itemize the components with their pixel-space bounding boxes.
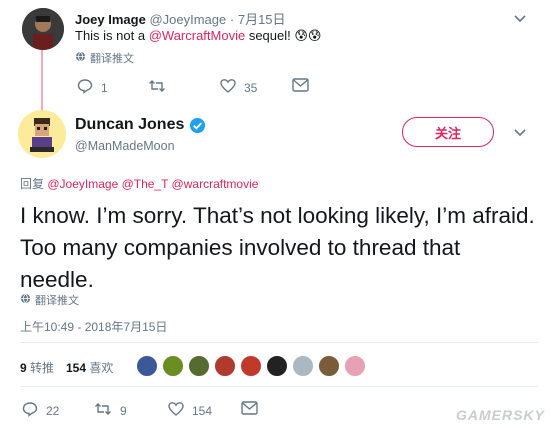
main-retweet-button[interactable]: 9 bbox=[94, 401, 127, 420]
globe-icon bbox=[20, 293, 31, 307]
reply-retweet-button[interactable] bbox=[148, 78, 174, 97]
globe-icon bbox=[75, 51, 86, 65]
reply-tweet-header: Joey Image @JoeyImage · 7月15日 bbox=[75, 9, 286, 28]
main-author-name[interactable]: Duncan Jones bbox=[75, 116, 184, 134]
main-dm-button[interactable] bbox=[241, 401, 266, 418]
reply-author-name[interactable]: Joey Image bbox=[75, 12, 146, 27]
liker-avatar[interactable] bbox=[266, 355, 288, 377]
likes-stat-label: 喜欢 bbox=[89, 361, 114, 375]
retweet-icon bbox=[148, 78, 174, 97]
reply-date[interactable]: 7月15日 bbox=[238, 12, 286, 27]
likes-stat[interactable]: 154 喜欢 bbox=[66, 359, 113, 376]
follow-button[interactable]: 关注 bbox=[402, 117, 494, 147]
main-translate-link[interactable]: 翻译推文 bbox=[20, 292, 79, 308]
reply-dm-button[interactable] bbox=[292, 78, 317, 95]
reply-separator: · bbox=[229, 12, 235, 27]
main-retweet-count: 9 bbox=[120, 403, 127, 418]
liker-avatar[interactable] bbox=[292, 355, 314, 377]
main-author-handle[interactable]: @ManMadeMoon bbox=[75, 139, 175, 153]
reply-tweet-menu-chevron-icon[interactable] bbox=[511, 10, 529, 28]
thread-connector-line bbox=[41, 48, 43, 110]
reply-reply-count: 1 bbox=[101, 80, 108, 95]
heart-icon bbox=[220, 78, 244, 97]
retweet-icon bbox=[94, 401, 120, 420]
divider-bottom bbox=[20, 386, 538, 387]
reply-text-suffix: sequel! 😰😰 bbox=[245, 28, 322, 43]
reply-translate-link[interactable]: 翻译推文 bbox=[75, 50, 134, 66]
verified-badge-icon bbox=[189, 117, 206, 134]
divider-top bbox=[20, 342, 538, 343]
reply-mention-link[interactable]: @WarcraftMovie bbox=[149, 28, 246, 43]
joey-image-avatar[interactable] bbox=[22, 8, 64, 50]
liker-avatar[interactable] bbox=[344, 355, 366, 377]
liker-avatar[interactable] bbox=[188, 355, 210, 377]
gamersky-watermark: GAMERSKY bbox=[456, 407, 545, 423]
reply-to-line: 回复 @JoeyImage @The_T @warcraftmovie bbox=[20, 175, 258, 192]
main-tweet-text: I know. I’m sorry. That’s not looking li… bbox=[20, 203, 535, 292]
main-author-name-row[interactable]: Duncan Jones bbox=[75, 116, 206, 134]
main-like-button[interactable]: 154 bbox=[168, 401, 212, 420]
reply-to-label: 回复 bbox=[20, 177, 45, 191]
liker-avatars bbox=[136, 355, 370, 377]
retweets-stat-count: 9 bbox=[20, 361, 27, 375]
reply-author-handle[interactable]: @JoeyImage bbox=[149, 12, 226, 27]
reply-like-count: 35 bbox=[244, 80, 258, 95]
main-reply-count: 22 bbox=[46, 403, 60, 418]
liker-avatar[interactable] bbox=[240, 355, 262, 377]
follow-button-label: 关注 bbox=[434, 125, 461, 141]
liker-avatar[interactable] bbox=[214, 355, 236, 377]
liker-avatar[interactable] bbox=[136, 355, 158, 377]
retweets-stat-label: 转推 bbox=[30, 361, 55, 375]
main-reply-button[interactable]: 22 bbox=[22, 401, 59, 420]
reply-to-handles-link[interactable]: @JoeyImage @The_T @warcraftmovie bbox=[47, 177, 258, 191]
liker-avatar[interactable] bbox=[318, 355, 340, 377]
reply-like-button[interactable]: 35 bbox=[220, 78, 257, 97]
reply-icon bbox=[22, 401, 46, 420]
envelope-icon bbox=[241, 401, 266, 418]
reply-text-prefix: This is not a bbox=[75, 28, 149, 43]
main-translate-label: 翻译推文 bbox=[35, 295, 79, 307]
envelope-icon bbox=[292, 78, 317, 95]
tweet-timestamp[interactable]: 上午10:49 - 2018年7月15日 bbox=[20, 318, 167, 335]
reply-tweet-text: This is not a @WarcraftMovie sequel! 😰😰 bbox=[75, 28, 321, 44]
reply-translate-label: 翻译推文 bbox=[90, 53, 134, 65]
duncan-jones-avatar[interactable] bbox=[18, 110, 66, 158]
main-like-count: 154 bbox=[192, 403, 213, 418]
heart-icon bbox=[168, 401, 192, 420]
reply-icon bbox=[77, 78, 101, 97]
main-tweet-menu-chevron-icon[interactable] bbox=[511, 124, 529, 142]
likes-stat-count: 154 bbox=[66, 361, 87, 375]
liker-avatar[interactable] bbox=[162, 355, 184, 377]
retweets-stat[interactable]: 9 转推 bbox=[20, 359, 54, 376]
reply-reply-button[interactable]: 1 bbox=[77, 78, 108, 97]
